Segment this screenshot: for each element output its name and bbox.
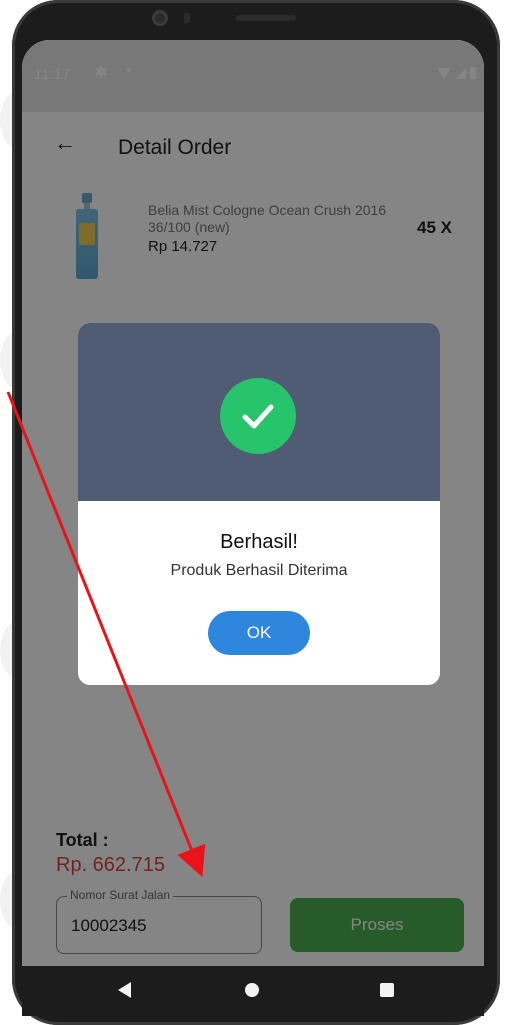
ok-button[interactable]: OK [208, 611, 310, 655]
nav-recents-icon[interactable] [380, 983, 394, 997]
earpiece-speaker [236, 15, 296, 21]
nav-home-icon[interactable] [245, 983, 259, 997]
front-camera [152, 10, 168, 26]
dialog-message: Produk Berhasil Diterima [170, 562, 348, 579]
nav-back-icon[interactable] [118, 982, 131, 998]
success-dialog: Berhasil! Produk Berhasil Diterima OK [78, 323, 440, 685]
app-screen: 11:17 ✱ • ← Detail Order Belia Mist Colo… [22, 40, 484, 1002]
sensor [184, 13, 190, 23]
system-nav-bar [22, 966, 484, 1016]
dialog-header [78, 323, 440, 501]
check-circle-icon [220, 378, 296, 454]
dialog-title: Berhasil! [220, 531, 298, 553]
